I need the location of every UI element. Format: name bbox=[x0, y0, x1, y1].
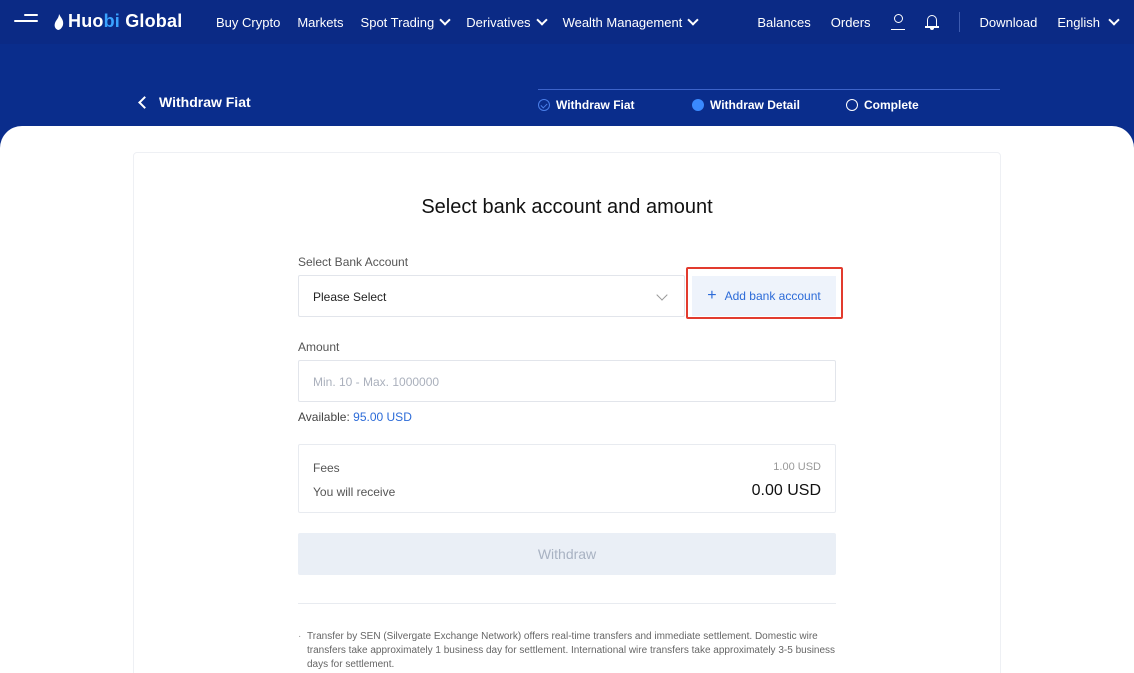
step-label: Withdraw Detail bbox=[710, 98, 800, 112]
nav-buy-crypto-label: Buy Crypto bbox=[216, 14, 281, 30]
top-nav: Huo bi Global Buy Crypto Markets Spot Tra… bbox=[0, 0, 1134, 44]
nav-divider bbox=[958, 12, 960, 32]
available-balance: Available: 95.00 USD bbox=[298, 410, 412, 424]
page-title: Select bank account and amount bbox=[421, 196, 713, 218]
nav-spot-trading[interactable]: Spot Trading bbox=[360, 13, 451, 30]
divider bbox=[298, 603, 836, 604]
nav-derivatives-label: Derivatives bbox=[466, 14, 531, 30]
nav-derivatives[interactable]: Derivatives bbox=[466, 13, 548, 30]
menu-icon[interactable] bbox=[14, 14, 38, 30]
amount-input[interactable]: Min. 10 - Max. 1000000 bbox=[298, 360, 836, 402]
nav-markets[interactable]: Markets bbox=[297, 15, 343, 30]
logo-text-2: bi bbox=[103, 11, 120, 31]
chevron-down-icon bbox=[439, 13, 451, 26]
step-label: Withdraw Fiat bbox=[556, 98, 635, 112]
nav-buy-crypto[interactable]: Buy Crypto bbox=[216, 15, 280, 30]
steps-progress-line bbox=[538, 89, 1000, 90]
form-card bbox=[133, 152, 1001, 673]
plus-icon: + bbox=[707, 287, 717, 304]
chevron-down-icon bbox=[656, 289, 668, 301]
nav-markets-label: Markets bbox=[297, 14, 344, 30]
nav-language[interactable]: English bbox=[1057, 13, 1120, 30]
nav-language-label: English bbox=[1057, 14, 1100, 30]
fees-box: Fees 1.00 USD You will receive 0.00 USD bbox=[298, 444, 836, 513]
fees-value: 1.00 USD bbox=[773, 461, 821, 473]
add-bank-account-button[interactable]: + Add bank account bbox=[692, 276, 836, 316]
transfer-note-text: Transfer by SEN (Silvergate Exchange Net… bbox=[307, 631, 836, 670]
nav-right: Balances Orders Download English bbox=[737, 0, 1120, 44]
logo-text-3: Global bbox=[120, 11, 183, 31]
back-label: Withdraw Fiat bbox=[159, 94, 251, 110]
bell-icon[interactable] bbox=[924, 14, 939, 30]
check-circle-icon bbox=[538, 99, 550, 111]
receive-label: You will receive bbox=[313, 485, 396, 499]
bank-account-label: Select Bank Account bbox=[298, 255, 409, 269]
bank-select-value: Please Select bbox=[313, 290, 387, 304]
nav-balances-label: Balances bbox=[757, 14, 811, 30]
nav-wealth-label: Wealth Management bbox=[562, 14, 683, 30]
nav-orders-label: Orders bbox=[830, 14, 871, 30]
bank-account-select[interactable]: Please Select bbox=[298, 275, 685, 317]
step-label: Complete bbox=[864, 98, 919, 112]
huobi-logo[interactable]: Huo bi Global bbox=[54, 11, 182, 32]
step-withdraw-detail: Withdraw Detail bbox=[692, 98, 800, 112]
transfer-note: · Transfer by SEN (Silvergate Exchange Ne… bbox=[298, 630, 836, 672]
nav-wealth-management[interactable]: Wealth Management bbox=[562, 13, 699, 30]
active-dot-icon bbox=[692, 99, 704, 111]
step-complete: Complete bbox=[846, 98, 919, 112]
add-bank-label: Add bank account bbox=[724, 289, 821, 303]
logo-text-1: Huo bbox=[68, 11, 104, 31]
nav-download[interactable]: Download bbox=[980, 15, 1038, 30]
receive-value: 0.00 USD bbox=[751, 482, 821, 499]
user-icon[interactable] bbox=[890, 14, 905, 30]
nav-left: Buy Crypto Markets Spot Trading Derivati… bbox=[216, 0, 714, 44]
chevron-down-icon bbox=[535, 13, 548, 26]
empty-circle-icon bbox=[846, 99, 858, 111]
step-withdraw-fiat: Withdraw Fiat bbox=[538, 98, 635, 112]
back-link[interactable]: Withdraw Fiat bbox=[138, 94, 251, 110]
amount-placeholder: Min. 10 - Max. 1000000 bbox=[313, 375, 440, 389]
chevron-down-icon bbox=[687, 13, 699, 26]
flame-icon bbox=[54, 13, 64, 30]
chevron-left-icon bbox=[138, 96, 151, 109]
nav-spot-trading-label: Spot Trading bbox=[360, 14, 435, 30]
amount-label: Amount bbox=[298, 340, 340, 354]
fees-label: Fees bbox=[313, 461, 340, 475]
bullet-icon: · bbox=[298, 631, 302, 642]
available-value[interactable]: 95.00 USD bbox=[353, 410, 412, 424]
nav-orders[interactable]: Orders bbox=[831, 15, 871, 30]
nav-balances[interactable]: Balances bbox=[757, 15, 810, 30]
available-label: Available: bbox=[298, 410, 354, 424]
nav-download-label: Download bbox=[979, 14, 1038, 30]
chevron-down-icon bbox=[1108, 13, 1120, 26]
withdraw-button[interactable]: Withdraw bbox=[298, 533, 836, 575]
